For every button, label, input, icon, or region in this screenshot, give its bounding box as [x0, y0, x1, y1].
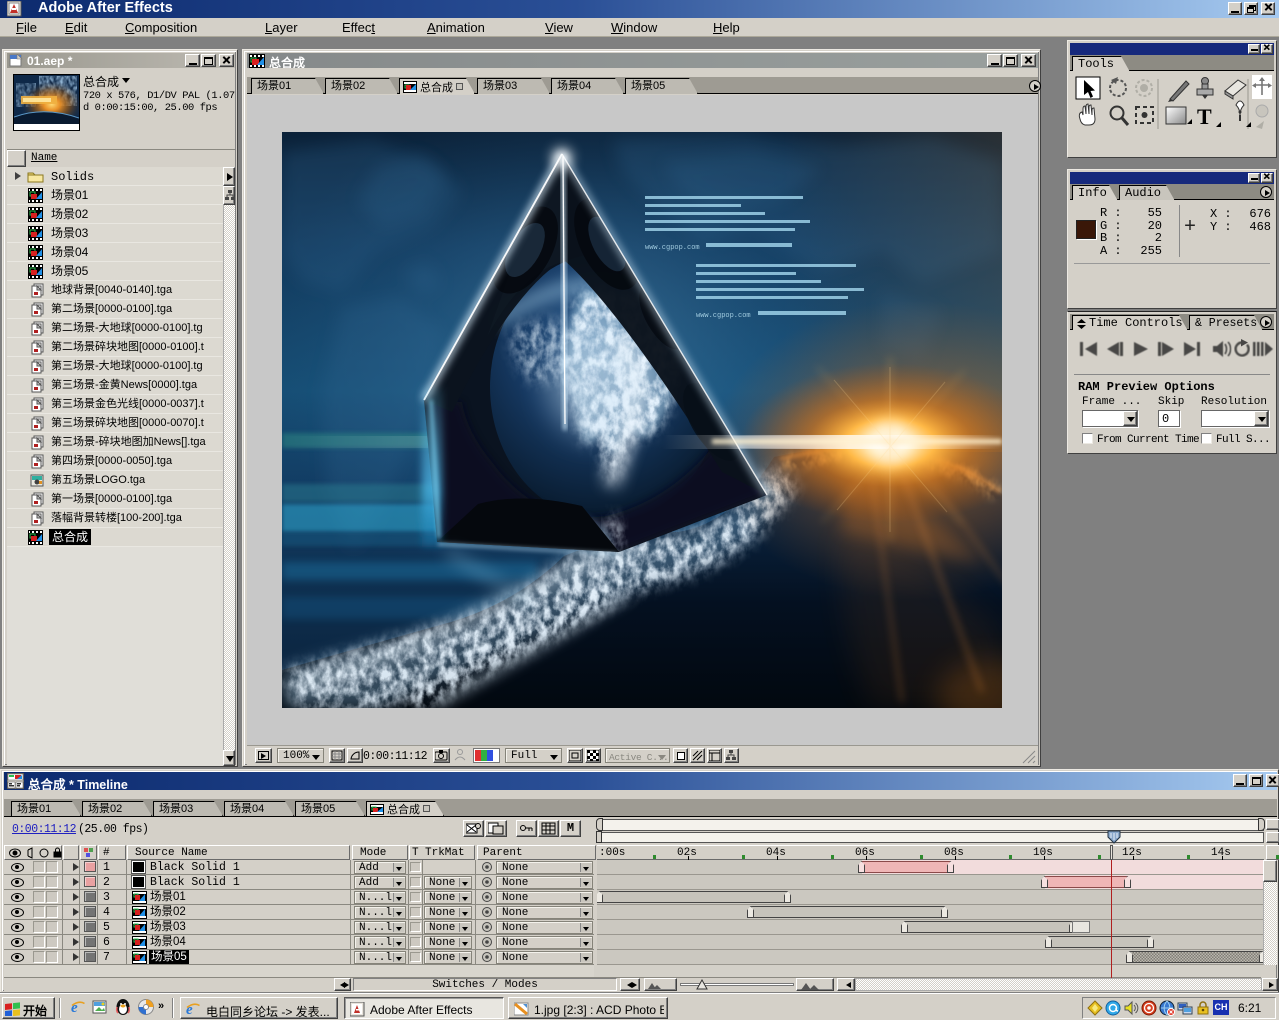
svg-text:www.cgpop.com: www.cgpop.com [645, 244, 700, 252]
svg-text:T: T [1197, 104, 1212, 129]
svg-text:www.cgpop.com: www.cgpop.com [696, 312, 751, 320]
